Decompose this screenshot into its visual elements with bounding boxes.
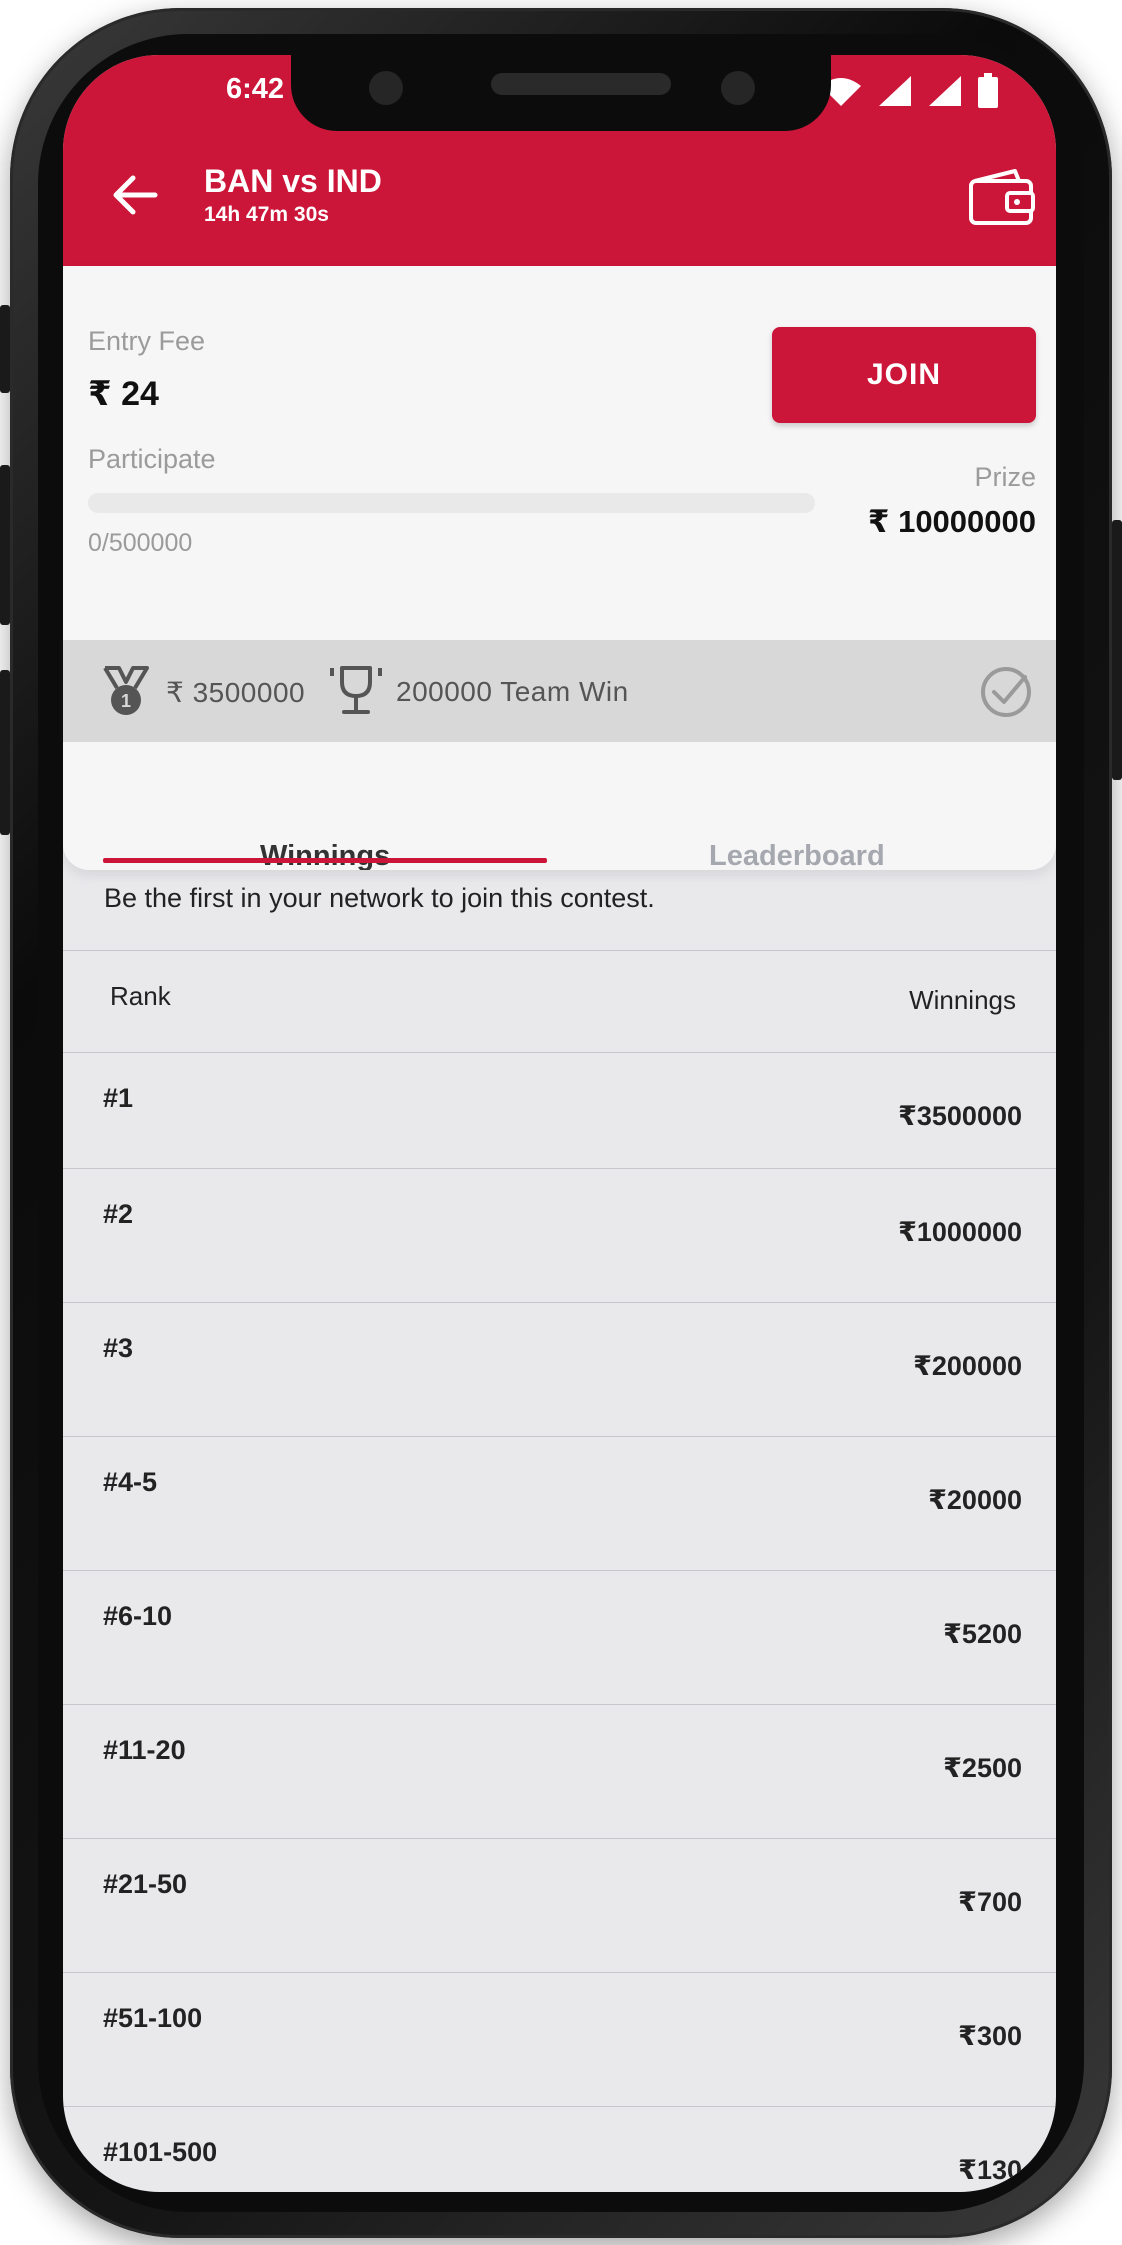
team-win-count: 200000 Team Win (396, 676, 629, 707)
participant-count: 0/500000 (88, 529, 193, 557)
winnings-cell: ₹700 (958, 1887, 1022, 1917)
wallet-icon[interactable] (967, 167, 1037, 227)
network-note: Be the first in your network to join thi… (104, 883, 655, 913)
rank-column-header: Rank (110, 981, 171, 1011)
rank-cell: #51-100 (103, 2003, 203, 2033)
table-row: #3 ₹200000 (63, 1302, 1056, 1436)
volume-up-button (0, 305, 10, 393)
status-time: 6:42 (226, 73, 285, 105)
app-header: 6:42 Vo (63, 55, 1056, 266)
prize-label: Prize (974, 462, 1036, 492)
join-button[interactable]: JOIN (772, 327, 1036, 423)
rank-cell: #101-500 (103, 2137, 218, 2167)
participation-progress-bar (88, 493, 815, 513)
rank-cell: #11-20 (103, 1735, 186, 1765)
winnings-table: #1 ₹3500000 #2 ₹1000000 #3 ₹200000 #4-5 ₹20000 #… (63, 1052, 1056, 2192)
signal-icon (879, 76, 911, 106)
rank-cell: #4-5 (103, 1467, 158, 1497)
table-row: #6-10 ₹5200 (63, 1570, 1056, 1704)
contest-card: Entry Fee ₹ 24 JOIN Participate 0/500000… (63, 266, 1056, 870)
table-row: #2 ₹1000000 (63, 1168, 1056, 1302)
winnings-cell: ₹2500 (943, 1753, 1022, 1783)
winnings-cell: ₹20000 (928, 1485, 1022, 1515)
winnings-cell: ₹1000000 (898, 1217, 1022, 1247)
prize-value: ₹ 10000000 (867, 504, 1036, 539)
winnings-cell: ₹300 (958, 2021, 1022, 2051)
bixby-button (0, 670, 10, 835)
winnings-cell: ₹5200 (943, 1619, 1022, 1649)
table-row: #11-20 ₹2500 (63, 1704, 1056, 1838)
winnings-table-header: Rank Winnings (63, 950, 1056, 1052)
entry-fee-label: Entry Fee (88, 326, 206, 356)
participate-label: Participate (88, 444, 216, 474)
contest-info-strip: 1 ₹ 3500000 200000 Team Win (63, 640, 1056, 742)
medal-icon: 1 (103, 666, 149, 715)
tab-winnings[interactable]: Winnings (260, 840, 390, 870)
tab-leaderboard[interactable]: Leaderboard (709, 840, 885, 870)
power-button (1112, 520, 1122, 780)
volume-down-button (0, 465, 10, 625)
battery-icon (978, 73, 998, 108)
winnings-cell: ₹130 (958, 2155, 1022, 2185)
table-row: #51-100 ₹300 (63, 1972, 1056, 2106)
match-title: BAN vs IND (204, 163, 382, 199)
table-row: #101-500 ₹130 (63, 2106, 1056, 2192)
rank-cell: #3 (103, 1333, 134, 1363)
table-row: #4-5 ₹20000 (63, 1436, 1056, 1570)
sensor-icon (369, 71, 403, 105)
match-countdown: 14h 47m 30s (204, 203, 329, 226)
back-arrow-icon[interactable] (105, 165, 165, 225)
winnings-cell: ₹200000 (913, 1351, 1022, 1381)
svg-text:1: 1 (121, 691, 131, 711)
camera-icon (721, 71, 755, 105)
entry-fee-value: ₹ 24 (88, 375, 159, 413)
rank-cell: #6-10 (103, 1601, 173, 1631)
winnings-column-header: Winnings (909, 985, 1016, 1015)
check-circle-icon (981, 667, 1031, 717)
table-row: #21-50 ₹700 (63, 1838, 1056, 1972)
active-tab-indicator (103, 858, 547, 863)
signal-2-icon (929, 76, 961, 106)
camera-notch (291, 55, 831, 131)
rank-cell: #21-50 (103, 1869, 188, 1899)
rank-cell: #2 (103, 1199, 134, 1229)
trophy-icon (330, 666, 382, 714)
app-screen: 6:42 Vo (63, 55, 1056, 2192)
earpiece-speaker (491, 73, 671, 95)
table-row: #1 ₹3500000 (63, 1052, 1056, 1168)
winnings-cell: ₹3500000 (898, 1101, 1022, 1131)
rank-cell: #1 (103, 1083, 134, 1113)
first-prize-amount: ₹ 3500000 (166, 677, 306, 708)
